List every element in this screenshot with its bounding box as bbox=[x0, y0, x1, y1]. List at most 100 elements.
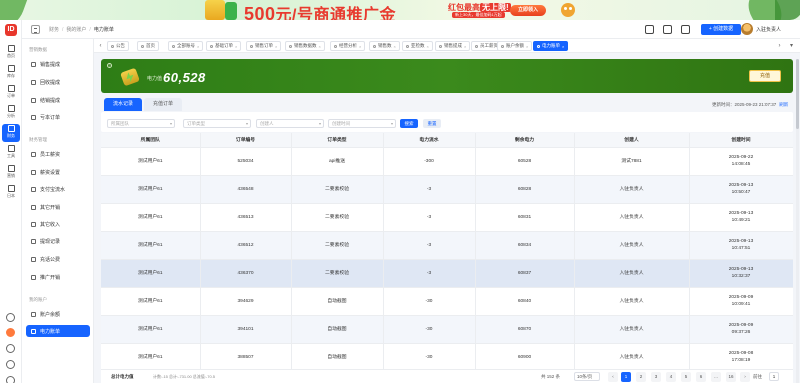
sidebar-item-salary-settings[interactable]: 薪资设置 bbox=[26, 166, 90, 178]
tab-close-icon[interactable]: × bbox=[275, 44, 277, 49]
table-row[interactable]: 测试用户61 388507 自动截图 -30 60900 入驻负责人 2025-… bbox=[101, 343, 793, 369]
tab-base-orders[interactable]: 基础订单 × bbox=[206, 41, 242, 51]
user-menu[interactable]: 入驻负责人 bbox=[741, 23, 781, 35]
sidebar-item-salary[interactable]: 员工薪资 bbox=[26, 148, 90, 160]
breadcrumb-item[interactable]: 我的账户 bbox=[66, 27, 86, 33]
tab-recharge-orders[interactable]: 充值订单 bbox=[144, 98, 183, 111]
tab-close-icon[interactable]: × bbox=[394, 44, 396, 49]
tab-power-bill[interactable]: 电力账单 × bbox=[533, 41, 569, 51]
page-size-select[interactable]: 10条/页 bbox=[574, 372, 600, 381]
notification-icon[interactable] bbox=[6, 328, 15, 337]
tab-flow-records[interactable]: 流水记录 bbox=[104, 98, 143, 111]
save-icon[interactable] bbox=[663, 25, 672, 34]
sidebar-item-withdraw-records[interactable]: 提现记录 bbox=[26, 235, 90, 247]
next-page-button[interactable]: › bbox=[740, 372, 750, 382]
sidebar-item-sales-commission[interactable]: 销售提成 bbox=[26, 58, 90, 70]
bell-icon[interactable] bbox=[6, 313, 15, 322]
settings-icon[interactable] bbox=[6, 344, 15, 353]
rail-item-home[interactable]: 首页 bbox=[2, 44, 20, 62]
search-button[interactable]: 搜索 bbox=[400, 119, 418, 128]
tab-close-icon[interactable]: × bbox=[319, 44, 321, 49]
page-button[interactable]: 1 bbox=[621, 372, 631, 382]
goto-page-input[interactable]: 1 bbox=[769, 372, 779, 381]
date-picker[interactable]: 创建时间 bbox=[328, 119, 396, 128]
wallet-icon[interactable] bbox=[645, 25, 654, 34]
create-data-button[interactable]: + 创建数据 bbox=[701, 24, 741, 35]
recharge-button[interactable]: 充值 bbox=[749, 70, 781, 82]
table-row[interactable]: 测试用户61 394101 自动截图 -30 60870 入驻负责人 2025-… bbox=[101, 315, 793, 344]
sidebar-item-recycle-commission[interactable]: 回收提成 bbox=[26, 76, 90, 88]
tab-business-analysis[interactable]: 经营分析 × bbox=[330, 41, 366, 51]
page-button[interactable]: 6 bbox=[696, 372, 706, 382]
rail-item-orders[interactable]: 订单 bbox=[2, 84, 20, 102]
page-button[interactable]: 3 bbox=[651, 372, 661, 382]
table-row-selected[interactable]: 测试用户61 436370 二要素校验 -3 60837 入驻负责人 2025-… bbox=[101, 259, 793, 288]
app-logo[interactable]: ID bbox=[5, 24, 17, 36]
rail-item-japan[interactable]: 日本 bbox=[2, 184, 20, 202]
promo-banner[interactable]: 500元/号商通推广金 红包最高 无上限! 新上30天，最佳加码1万起 立即领入 bbox=[0, 0, 800, 20]
rail-item-marketing[interactable]: 营销 bbox=[2, 164, 20, 182]
order-type-select[interactable]: 订单类型 bbox=[183, 119, 251, 128]
table-row[interactable]: 测试用户61 525034 api推送 -300 60528 测试7881 20… bbox=[101, 147, 793, 176]
help-icon[interactable] bbox=[6, 360, 15, 369]
sidebar-item-recharge-fee[interactable]: 充话公费 bbox=[26, 253, 90, 265]
sidebar-item-power-bill[interactable]: 电力账单 bbox=[26, 325, 90, 337]
team-select[interactable]: 所属团队 bbox=[107, 119, 175, 128]
tab-all-accounts[interactable]: 全部账号 × bbox=[168, 41, 204, 51]
menu-collapse-button[interactable] bbox=[31, 25, 40, 34]
page-button[interactable]: 4 bbox=[666, 372, 676, 382]
sidebar-item-account-balance[interactable]: 账户余额 bbox=[26, 308, 90, 320]
page-ellipsis[interactable]: ... bbox=[711, 372, 721, 382]
page-button[interactable]: 5 bbox=[681, 372, 691, 382]
rail-item-inventory[interactable]: 库存 bbox=[2, 64, 20, 82]
tab-sales-orders[interactable]: 销售订单 × bbox=[246, 41, 282, 51]
tab-sales-count[interactable]: 销售数 × bbox=[369, 41, 400, 51]
tab-notice[interactable]: 公告 bbox=[107, 41, 129, 51]
breadcrumb-item[interactable]: 财务 bbox=[49, 27, 59, 33]
rail-item-analysis[interactable]: 分析 bbox=[2, 104, 20, 122]
star-icon[interactable] bbox=[681, 25, 690, 34]
rail-item-finance[interactable]: 财务 bbox=[2, 124, 20, 142]
table-row[interactable]: 测试用户61 436548 二要素校验 -3 60828 入驻负责人 2025-… bbox=[101, 175, 793, 204]
tab-check-count[interactable]: 亚检数 × bbox=[402, 41, 433, 51]
column-header[interactable]: 创建时间 bbox=[689, 133, 793, 148]
tab-close-icon[interactable]: × bbox=[197, 44, 199, 49]
column-header[interactable]: 创建人 bbox=[574, 133, 690, 148]
column-header[interactable]: 订单类型 bbox=[291, 133, 384, 148]
rail-item-tools[interactable]: 工具 bbox=[2, 144, 20, 162]
tab-account-balance[interactable]: 账户余额 × bbox=[497, 41, 533, 51]
column-header[interactable]: 剩余电力 bbox=[475, 133, 575, 148]
help-icon[interactable]: ? bbox=[107, 63, 112, 68]
sidebar-item-alipay-flow[interactable]: 支付宝流水 bbox=[26, 183, 90, 195]
table-row[interactable]: 测试用户61 436513 二要素校验 -3 60831 入驻负责人 2025-… bbox=[101, 203, 793, 232]
tab-more-icon[interactable]: ▾ bbox=[788, 42, 795, 50]
tab-sales-data[interactable]: 销售数据数 × bbox=[285, 41, 325, 51]
table-row[interactable]: 测试用户61 394629 自动截图 -30 60840 入驻负责人 2025-… bbox=[101, 287, 793, 316]
tab-close-icon[interactable]: × bbox=[235, 44, 237, 49]
page-button[interactable]: 16 bbox=[726, 372, 736, 382]
tab-sales-commission[interactable]: 销售提成 × bbox=[435, 41, 471, 51]
reset-button[interactable]: 重置 bbox=[423, 119, 441, 128]
column-header[interactable]: 电力流水 bbox=[383, 133, 476, 148]
tab-close-icon[interactable]: × bbox=[464, 44, 466, 49]
sidebar-item-loss-orders[interactable]: 亏本订单 bbox=[26, 111, 90, 123]
sidebar-item-promotion-expense[interactable]: 推广开销 bbox=[26, 271, 90, 283]
sidebar-item-other-expense[interactable]: 其它开销 bbox=[26, 201, 90, 213]
page-button[interactable]: 2 bbox=[636, 372, 646, 382]
tab-scroll-left-icon[interactable]: ‹ bbox=[97, 42, 104, 50]
page-scrollbar[interactable] bbox=[796, 59, 799, 383]
sidebar-item-other-income[interactable]: 其它收入 bbox=[26, 218, 90, 230]
tab-close-icon[interactable]: × bbox=[359, 44, 361, 49]
prev-page-button[interactable]: ‹ bbox=[608, 372, 618, 382]
table-row[interactable]: 测试用户61 436512 二要素校验 -3 60834 入驻负责人 2025-… bbox=[101, 231, 793, 260]
tab-close-icon[interactable]: × bbox=[562, 44, 564, 49]
user-icon[interactable] bbox=[6, 376, 15, 383]
column-header[interactable]: 所属团队 bbox=[101, 133, 201, 148]
tab-close-icon[interactable]: × bbox=[526, 44, 528, 49]
refresh-link[interactable]: 刷新 bbox=[779, 102, 788, 107]
banner-cta-button[interactable]: 立即领入 bbox=[510, 5, 546, 16]
tab-scroll-right-icon[interactable]: › bbox=[776, 42, 783, 50]
column-header[interactable]: 订单编号 bbox=[200, 133, 292, 148]
scrollbar-thumb[interactable] bbox=[796, 59, 799, 129]
tab-home[interactable]: 首页 bbox=[137, 41, 159, 51]
